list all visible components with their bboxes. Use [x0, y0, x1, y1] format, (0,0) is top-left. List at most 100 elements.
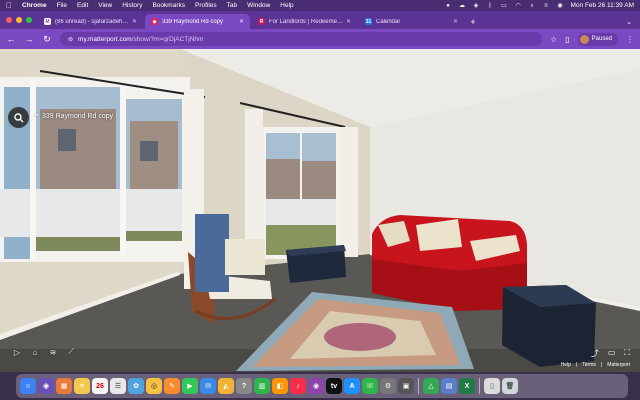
menu-history[interactable]: History [122, 2, 142, 9]
facetime-icon[interactable]: ▶ [182, 378, 198, 394]
close-icon[interactable]: ✕ [453, 18, 458, 25]
maps-icon[interactable]: ◭ [218, 378, 234, 394]
zoom-window-button[interactable] [26, 17, 32, 23]
play-tour-icon[interactable]: ▷ [12, 347, 22, 357]
back-arrow-icon[interactable]: ← [6, 34, 16, 44]
vr-icon[interactable]: ▭ [608, 348, 616, 359]
toolbar-actions: ☆ ▯ Paused ⋮ [550, 32, 634, 46]
menu-profiles[interactable]: Profiles [195, 2, 217, 9]
close-icon[interactable]: ✕ [239, 18, 244, 25]
menu-bookmarks[interactable]: Bookmarks [152, 2, 185, 9]
magnifier-icon [13, 112, 23, 122]
side-panel-icon[interactable]: ▯ [565, 35, 569, 44]
record-icon[interactable]: ● [445, 3, 452, 9]
measure-icon[interactable]: ⟋ [66, 347, 76, 357]
minimize-window-button[interactable] [16, 17, 22, 23]
calendar-icon[interactable]: 26 [92, 378, 108, 394]
matterport-brand[interactable]: Matterport [607, 362, 630, 368]
window-controls [6, 17, 32, 23]
pages-icon[interactable]: ✎ [164, 378, 180, 394]
reload-icon[interactable]: ↻ [42, 34, 52, 45]
close-window-button[interactable] [6, 17, 12, 23]
more-menu-icon[interactable]: ⋮ [626, 35, 634, 44]
macos-menubar:  Chrome File Edit View History Bookmark… [0, 0, 640, 11]
dropbox-icon[interactable]: ◈ [473, 3, 480, 9]
address-bar[interactable]: ⊜ my.matterport.com/show/?m=qrDjACTjNhm [60, 32, 543, 46]
menu-file[interactable]: File [57, 2, 67, 9]
battery-icon[interactable]: ▭ [501, 3, 508, 9]
tab-matterport[interactable]: ◆ 339 Raymond Rd copy ✕ [145, 14, 250, 29]
tab-gmail[interactable]: M (86 unread) - sjafarzadeh@... ✕ [38, 14, 143, 29]
menu-tab[interactable]: Tab [227, 2, 237, 9]
trash-icon[interactable]: 🗑 [502, 378, 518, 394]
calendar-icon: 31 [365, 18, 372, 25]
close-icon[interactable]: ✕ [346, 18, 351, 25]
profile-button[interactable]: Paused [577, 32, 618, 46]
model-title: ⌖ 339 Raymond Rd copy [35, 112, 113, 120]
help-link[interactable]: Help [561, 362, 571, 368]
launchpad-icon[interactable]: ▦ [56, 378, 72, 394]
mail-icon[interactable]: ✉ [200, 378, 216, 394]
mail-icon: M [44, 18, 51, 25]
tab-strip: M (86 unread) - sjafarzadeh@... ✕ ◆ 339 … [0, 11, 640, 29]
redeemer-icon: R [258, 18, 265, 25]
system-settings-icon[interactable]: ⚙ [380, 378, 396, 394]
control-center-icon[interactable]: ≡ [543, 3, 550, 9]
terms-link[interactable]: Terms [582, 362, 596, 368]
tab-search-chevron-icon[interactable]: ⌄ [626, 14, 632, 29]
share-icon[interactable]: ⤴ [591, 348, 599, 359]
url-host: my.matterport.com [78, 35, 132, 43]
fullscreen-icon[interactable]: ⛶ [624, 348, 630, 359]
search-button[interactable] [8, 107, 29, 128]
music-icon[interactable]: ♪ [290, 378, 306, 394]
new-tab-button[interactable]: + [466, 14, 480, 29]
footer-separator: | [600, 362, 603, 368]
google-drive-icon[interactable]: △ [423, 378, 439, 394]
menu-edit[interactable]: Edit [77, 2, 88, 9]
finder-icon[interactable]: ☺ [20, 378, 36, 394]
tv-icon[interactable]: tv [326, 378, 342, 394]
tab-redeemer[interactable]: R For Landlords | Redeemer Ur... ✕ [252, 14, 357, 29]
help-icon[interactable]: ? [236, 378, 252, 394]
excel-icon[interactable]: X [459, 378, 475, 394]
reminders-icon[interactable]: ☰ [110, 378, 126, 394]
downloads-folder-icon[interactable]: ▯ [484, 378, 500, 394]
location-pin-icon: ⌖ [35, 112, 39, 119]
notes-icon[interactable]: ≡ [74, 378, 90, 394]
cloud-icon[interactable]: ☁ [459, 3, 466, 9]
siri-icon[interactable]: ◉ [557, 3, 564, 9]
calendar-day: 26 [96, 382, 104, 390]
menubar-status-area: ● ☁ ◈ ᛒ ▭ ◠ ⌕ ≡ ◉ Mon Feb 26 11:39 AM [445, 2, 634, 9]
numbers-icon[interactable]: ▥ [254, 378, 270, 394]
close-icon[interactable]: ✕ [132, 18, 137, 25]
apple-menu-icon[interactable]:  [6, 1, 12, 10]
podcasts-icon[interactable]: ◉ [308, 378, 324, 394]
preview-icon[interactable]: ▣ [398, 378, 414, 394]
menu-chrome[interactable]: Chrome [22, 2, 47, 9]
matterport-viewport[interactable]: ⌖ 339 Raymond Rd copy [0, 49, 640, 372]
photos-icon[interactable]: ✿ [128, 378, 144, 394]
site-info-icon[interactable]: ⊜ [68, 36, 73, 43]
app-store-icon[interactable]: A [344, 378, 360, 394]
bluetooth-icon[interactable]: ᛒ [487, 3, 494, 9]
menu-view[interactable]: View [98, 2, 112, 9]
whatsapp-icon[interactable]: ☏ [362, 378, 378, 394]
siri-icon[interactable]: ◉ [38, 378, 54, 394]
menu-window[interactable]: Window [247, 2, 270, 9]
bookmark-star-icon[interactable]: ☆ [550, 35, 557, 44]
macos-dock: ☺ ◉ ▦ ≡ 26 ☰ ✿ ◎ ✎ ▶ ✉ ◭ ? ▥ ◧ ♪ ◉ tv A … [16, 374, 628, 398]
tab-calendar[interactable]: 31 Calendar ✕ [359, 14, 464, 29]
chrome-icon[interactable]: ◎ [146, 378, 162, 394]
tab-title: 339 Raymond Rd copy [162, 18, 224, 25]
forward-arrow-icon[interactable]: → [24, 34, 34, 44]
wifi-icon[interactable]: ◠ [515, 3, 522, 9]
menubar-clock[interactable]: Mon Feb 26 11:39 AM [571, 2, 634, 9]
screenshot-icon[interactable]: ▤ [441, 378, 457, 394]
keynote-icon[interactable]: ◧ [272, 378, 288, 394]
menu-help[interactable]: Help [280, 2, 293, 9]
dollhouse-icon[interactable]: ⌂ [30, 347, 40, 357]
search-icon[interactable]: ⌕ [529, 3, 536, 9]
viewer-tools: ▷ ⌂ ≋ ⟋ [12, 347, 76, 357]
floor-plan-icon[interactable]: ≋ [48, 347, 58, 357]
room-panorama[interactable] [0, 49, 640, 372]
